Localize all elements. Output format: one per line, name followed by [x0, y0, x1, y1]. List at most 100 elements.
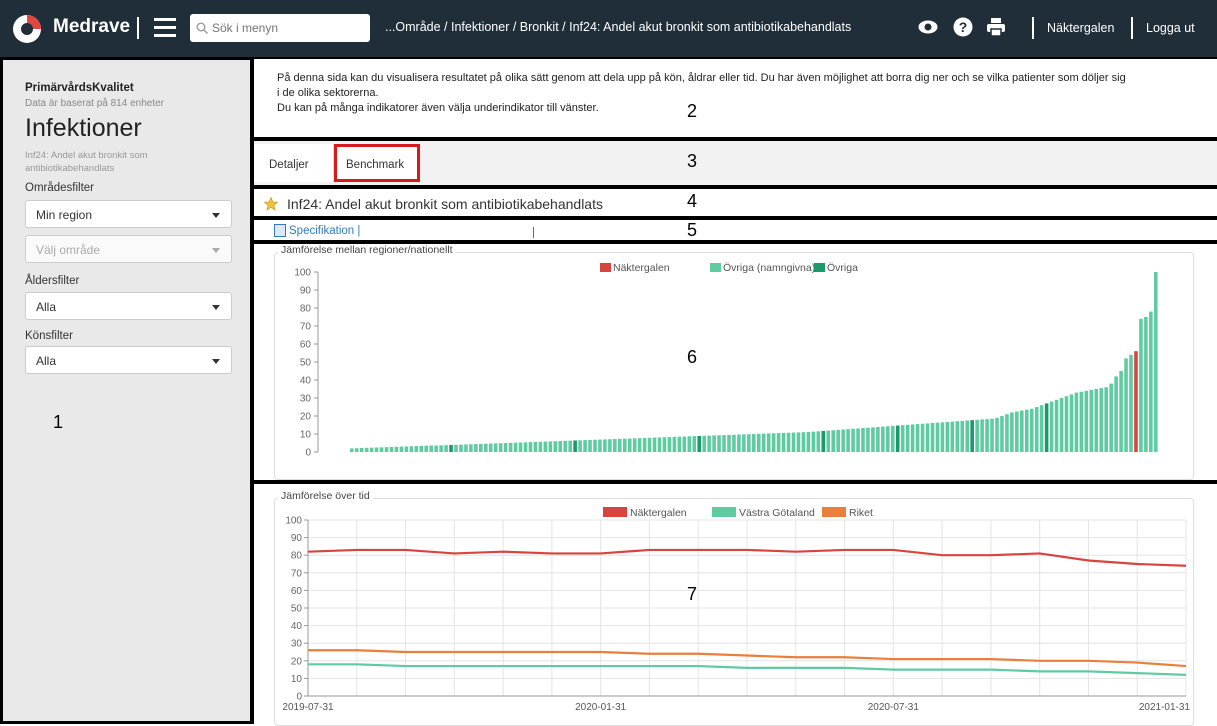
bar [960, 420, 965, 452]
bar [717, 435, 721, 452]
bar [727, 434, 731, 452]
bar [672, 436, 677, 452]
specification-panel: Specifikation | 5 [252, 218, 1217, 242]
bar [677, 436, 682, 452]
gender-select[interactable]: Alla [25, 346, 232, 374]
legend-label: Näktergalen [630, 507, 687, 519]
legend-swatch [814, 263, 825, 272]
hamburger-menu-icon[interactable] [154, 18, 176, 38]
bar [647, 437, 652, 452]
bar [876, 426, 880, 452]
eye-icon[interactable] [917, 16, 939, 38]
bar [752, 434, 756, 452]
specification-link[interactable]: Specifikation | [289, 225, 360, 237]
bar [553, 441, 558, 452]
bar [667, 437, 672, 452]
org-name: PrimärvårdsKvalitet [25, 82, 134, 94]
indicator-subtitle: Inf24: Andel akut bronkit som antibiotik… [25, 150, 148, 174]
region-select[interactable]: Min region [25, 200, 232, 228]
benchmark-bar-chart: 0 10 20 30 40 50 60 70 80 90 100 Näktergalen Övriga … [294, 262, 1158, 459]
x-tick-label: 2020-01-31 [575, 702, 627, 713]
bar [776, 433, 781, 452]
legend-label: Riket [849, 507, 873, 519]
bar [1119, 371, 1123, 452]
bar [449, 444, 453, 452]
annotation-number: 7 [687, 584, 698, 604]
bar [513, 442, 518, 452]
age-filter-label: Åldersfilter [25, 275, 80, 287]
bar [940, 422, 945, 452]
bar [1034, 407, 1039, 452]
nav-divider [1032, 17, 1034, 39]
bar [965, 420, 970, 452]
bar [1010, 412, 1014, 452]
bar [498, 443, 503, 452]
tab-bar: Detaljer Benchmark 3 [252, 139, 1217, 187]
bar [816, 431, 821, 452]
bar [791, 432, 796, 452]
tab-benchmark[interactable]: Benchmark [346, 159, 404, 171]
y-tick-label: 0 [296, 692, 302, 703]
star-icon[interactable] [264, 197, 278, 211]
medrave-logo-icon[interactable] [12, 14, 42, 44]
bar [1069, 394, 1074, 452]
bar [1089, 389, 1094, 452]
y-tick-label: 90 [300, 286, 312, 297]
tab-details[interactable]: Detaljer [269, 159, 309, 171]
bar [980, 419, 984, 452]
print-icon[interactable] [985, 16, 1007, 38]
help-icon[interactable]: ? [952, 16, 974, 38]
bar [1039, 405, 1044, 452]
bar [871, 427, 875, 452]
y-tick-label: 50 [291, 604, 303, 615]
bar [523, 442, 528, 452]
bar [404, 446, 409, 452]
bar [1054, 399, 1059, 452]
bar [454, 444, 458, 452]
bar [414, 446, 419, 452]
bar [687, 436, 692, 452]
timeline-chart-panel: Jämförelse över tid 0 10 20 30 40 50 60 70 80 90 1… [252, 482, 1217, 726]
bar [866, 427, 870, 452]
bar [950, 421, 955, 452]
breadcrumb[interactable]: ...Område / Infektioner / Bronkit / Inf2… [385, 20, 851, 34]
bar [533, 441, 538, 452]
bar [479, 443, 483, 452]
bar [756, 433, 761, 452]
menu-search-input[interactable] [212, 21, 352, 35]
chevron-down-icon [212, 248, 220, 253]
bar [920, 423, 925, 452]
y-tick-label: 60 [291, 586, 303, 597]
bar [1024, 409, 1029, 452]
bar [955, 421, 960, 452]
info-text-line: Du kan på många indikatorer även välja u… [277, 102, 599, 114]
annotation-number: 2 [687, 101, 698, 121]
menu-search-box[interactable] [190, 14, 370, 42]
bar [474, 444, 478, 452]
y-tick-label: 90 [291, 533, 303, 544]
bar [444, 445, 448, 452]
bar [1154, 272, 1158, 452]
user-link[interactable]: Näktergalen [1047, 21, 1114, 35]
age-select-value: Alla [36, 300, 57, 314]
area-select[interactable]: Välj område [25, 235, 232, 263]
y-tick-label: 80 [300, 304, 312, 315]
annotation-number: 6 [687, 347, 698, 367]
bar [350, 448, 354, 452]
filter-sidebar: PrimärvårdsKvalitet Data är baserat på 8… [0, 57, 252, 724]
bar [900, 425, 905, 452]
bar [622, 438, 627, 452]
info-text-line: På denna sida kan du visualisera resulta… [277, 72, 1126, 84]
bar [409, 446, 414, 452]
age-select[interactable]: Alla [25, 292, 232, 320]
bar [930, 423, 935, 452]
y-tick-label: 70 [291, 568, 303, 579]
bar [1124, 358, 1128, 452]
bar [945, 421, 950, 452]
logout-link[interactable]: Logga ut [1146, 21, 1195, 35]
bar [1109, 383, 1113, 452]
brand-name[interactable]: Medrave [53, 16, 130, 38]
gender-select-value: Alla [36, 354, 57, 368]
bar [975, 419, 979, 452]
bar [1000, 416, 1004, 452]
